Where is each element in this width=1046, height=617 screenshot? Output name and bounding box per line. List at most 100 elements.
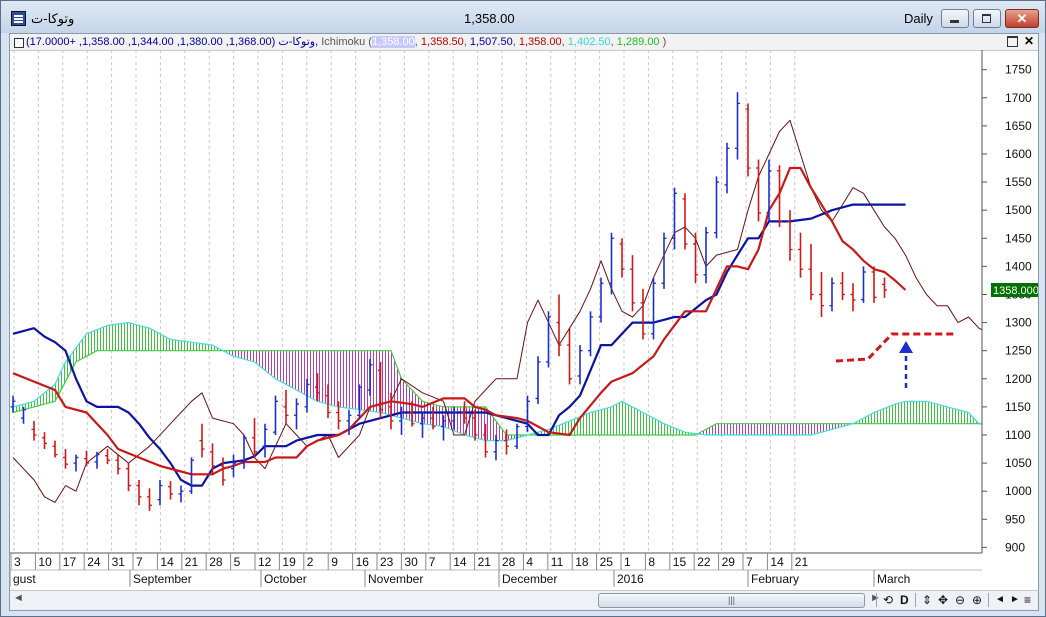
y-tick-label-1200: 1200 xyxy=(1005,372,1032,386)
menu-icon[interactable]: ≡ xyxy=(1024,592,1031,608)
y-tick-label-1750: 1750 xyxy=(1005,63,1032,77)
refresh-icon[interactable]: ⟲ xyxy=(883,592,893,608)
scroll-left-arrow-icon[interactable]: ◄ xyxy=(13,592,24,604)
candles xyxy=(10,92,887,511)
y-tick-label-1450: 1450 xyxy=(1005,231,1032,245)
legend-row: وتوكا-ت (1,368.00, 1,380.00, 1,344.00, 1… xyxy=(10,34,1038,51)
month-label-6: February xyxy=(751,572,799,586)
x-tick-label-13: 9 xyxy=(331,555,338,569)
x-tick-label-27: 15 xyxy=(673,555,687,569)
y-tick-label-1500: 1500 xyxy=(1005,203,1032,217)
y-tick-label-1000: 1000 xyxy=(1005,484,1032,498)
month-label-0: gust xyxy=(13,572,36,586)
x-tick-label-21: 4 xyxy=(526,555,533,569)
grid xyxy=(13,50,796,553)
x-tick-label-31: 14 xyxy=(770,555,784,569)
x-tick-label-15: 23 xyxy=(380,555,394,569)
app-icon[interactable] xyxy=(11,11,26,26)
x-tick-label-22: 11 xyxy=(551,555,564,569)
arrow-annotation-head xyxy=(899,341,913,353)
x-tick-label-10: 12 xyxy=(258,555,272,569)
y-tick-label-950: 950 xyxy=(1005,512,1025,526)
y-tick-label-900: 900 xyxy=(1005,540,1025,554)
legend-symbol: وتوكا-ت xyxy=(278,36,316,48)
y-tick-label-1700: 1700 xyxy=(1005,91,1032,105)
x-tick-label-4: 31 xyxy=(112,555,126,569)
last-price-label: 1358.000 xyxy=(993,285,1038,297)
y-tick-label-1150: 1150 xyxy=(1005,400,1031,414)
x-tick-label-17: 7 xyxy=(429,555,436,569)
x-tick-label-26: 8 xyxy=(648,555,655,569)
panel-maximize-icon[interactable] xyxy=(1007,36,1018,47)
legend-indicator: Ichimoku xyxy=(321,36,366,48)
month-label-4: December xyxy=(502,572,557,586)
x-tick-label-1: 10 xyxy=(38,555,52,569)
legend-value-3: 1,507.50 xyxy=(469,36,513,48)
legend-checkbox[interactable] xyxy=(14,38,24,48)
y-axis: 9009501000105011001150120012501300135014… xyxy=(981,50,1038,554)
y-tick-label-1600: 1600 xyxy=(1005,147,1032,161)
minimize-icon xyxy=(950,20,959,23)
x-tick-label-0: 3 xyxy=(14,555,21,569)
x-tick-label-20: 28 xyxy=(502,555,516,569)
month-label-1: September xyxy=(133,572,192,586)
x-tick-label-16: 30 xyxy=(404,555,418,569)
x-tick-label-30: 7 xyxy=(746,555,753,569)
scrollbar-thumb[interactable]: ||| xyxy=(598,593,865,608)
x-tick-label-18: 14 xyxy=(453,555,467,569)
legend-value-2: 1,358.50 xyxy=(420,36,464,48)
chart-window: وتوكا-ت 1,358.00 Daily ✕ وتوكا-ت (1,368.… xyxy=(0,0,1046,617)
move-icon[interactable]: ✥ xyxy=(938,592,948,608)
support-annotation-line xyxy=(835,332,956,363)
x-axis: 3 10 17 24 31 7 14 21 28 5 12 19 2 9 16 23 30 7 14 21 28 4 11 1… xyxy=(10,552,982,587)
title-bar[interactable]: وتوكا-ت 1,358.00 Daily ✕ xyxy=(1,1,1045,33)
legend-close-paren: ) xyxy=(662,36,667,48)
previous-icon[interactable]: ◄ xyxy=(995,592,1005,608)
x-tick-label-6: 14 xyxy=(160,555,174,569)
x-tick-label-14: 16 xyxy=(356,555,370,569)
x-tick-label-7: 21 xyxy=(185,555,199,569)
vertical-scale-icon[interactable]: ⇕ xyxy=(922,592,932,608)
next-icon[interactable]: ► xyxy=(1010,592,1020,608)
close-button[interactable]: ✕ xyxy=(1005,9,1039,28)
window-title: وتوكا-ت xyxy=(31,11,75,26)
toolbar-separator xyxy=(988,593,989,607)
month-label-5: 2016 xyxy=(617,572,644,586)
plot-area xyxy=(10,92,982,511)
annotations xyxy=(835,332,956,388)
x-tick-label-25: 1 xyxy=(624,555,631,569)
date-mode-button[interactable]: D xyxy=(900,592,909,608)
x-tick-label-24: 25 xyxy=(600,555,614,569)
bottom-toolbar: ◄ ||| ► ⟲ D ⇕ ✥ ⊖ ⊕ ◄ ► ≡ xyxy=(10,590,1038,610)
zoom-in-icon[interactable]: ⊕ xyxy=(972,592,982,608)
legend-text: وتوكا-ت (1,368.00, 1,380.00, 1,344.00, 1… xyxy=(26,34,666,50)
month-label-7: March xyxy=(877,572,910,586)
legend-value-1: 1,358.00 xyxy=(371,36,415,48)
y-tick-label-1100: 1100 xyxy=(1005,428,1031,442)
y-tick-label-1650: 1650 xyxy=(1005,119,1032,133)
x-tick-label-28: 22 xyxy=(697,555,711,569)
indicator-lines xyxy=(12,119,982,503)
x-tick-label-2: 17 xyxy=(63,555,77,569)
month-label-2: October xyxy=(264,572,307,586)
window-period: Daily xyxy=(904,11,933,26)
zoom-out-icon[interactable]: ⊖ xyxy=(955,592,965,608)
x-tick-label-19: 21 xyxy=(478,555,492,569)
toolbar-separator xyxy=(915,593,916,607)
minimize-button[interactable] xyxy=(941,9,969,28)
legend-value-6: 1,289.00 xyxy=(616,36,660,48)
legend-value-4: 1,358.00 xyxy=(518,36,562,48)
x-tick-label-12: 2 xyxy=(307,555,314,569)
maximize-icon xyxy=(982,14,991,23)
toolbar-separator xyxy=(876,593,877,607)
y-tick-label-1250: 1250 xyxy=(1005,344,1032,358)
ichimoku-chart[interactable]: 9009501000105011001150120012501300135014… xyxy=(10,50,1038,590)
maximize-button[interactable] xyxy=(973,9,1001,28)
close-icon: ✕ xyxy=(1016,11,1028,26)
x-tick-label-32: 21 xyxy=(795,555,809,569)
cloud-segment-1 xyxy=(228,350,528,441)
y-tick-label-1400: 1400 xyxy=(1005,259,1032,273)
window-price: 1,358.00 xyxy=(464,11,515,26)
x-tick-label-11: 19 xyxy=(282,555,296,569)
panel-close-icon[interactable]: ✕ xyxy=(1024,34,1034,48)
